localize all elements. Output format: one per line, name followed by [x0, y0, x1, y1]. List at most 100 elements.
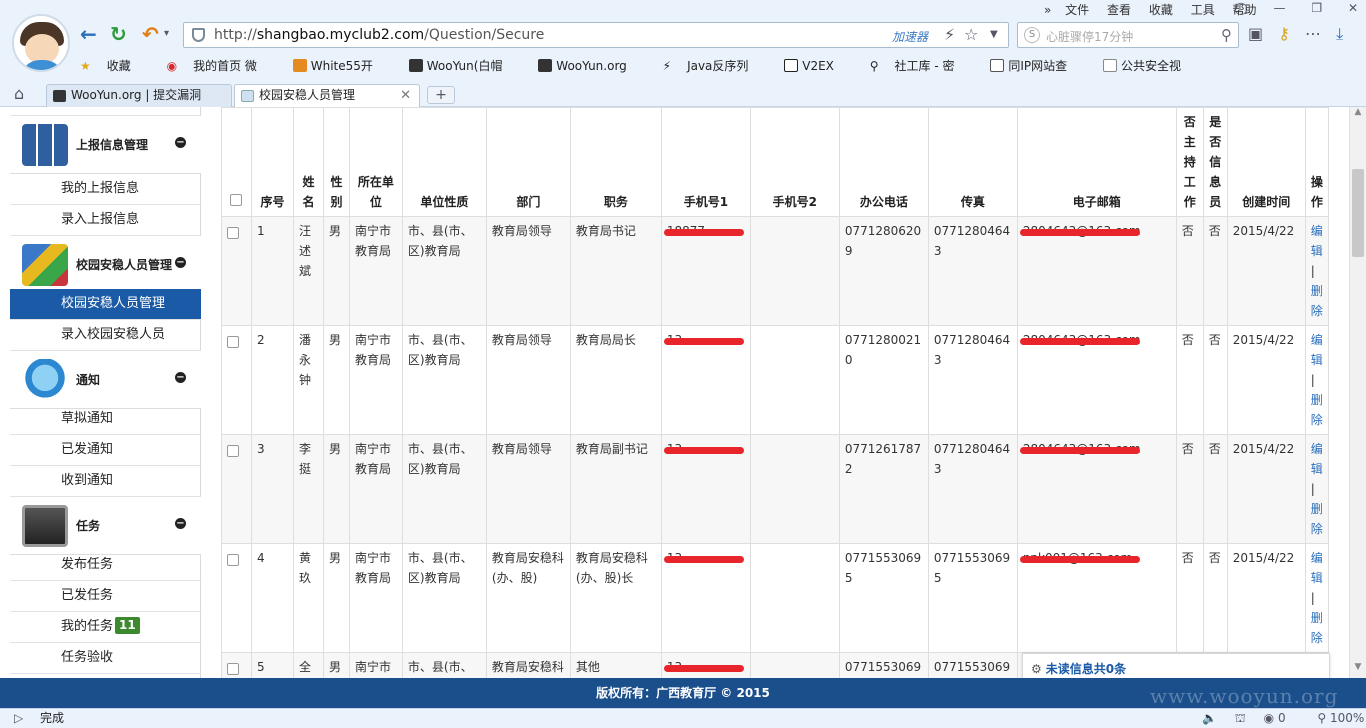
collapse-icon[interactable]: −	[175, 372, 186, 383]
tab-label: 校园安稳人员管理	[259, 88, 356, 102]
unread-notification[interactable]: ⚙ 未读信息共0条	[1022, 653, 1330, 678]
reader-icon[interactable]: ▣	[1248, 24, 1263, 43]
download-icon[interactable]: ⤓	[1336, 24, 1343, 43]
redaction-mark	[663, 447, 744, 454]
search-icon[interactable]: ⚲	[1221, 26, 1232, 44]
sidebar-group-task[interactable]: 任务 −	[10, 497, 201, 555]
collapse-icon[interactable]: −	[175, 137, 186, 148]
col-header: 部门	[485, 107, 571, 217]
bookmark-weibo[interactable]: ◉ 我的首页 微	[167, 59, 273, 73]
search-box[interactable]: S 心脏骤停17分钟 ⚲	[1017, 22, 1239, 48]
sidebar-group-notice[interactable]: 通知 −	[10, 351, 201, 409]
close-tab-icon[interactable]: ✕	[400, 85, 411, 106]
sidebar-item-sent-task[interactable]: 已发任务	[10, 581, 201, 612]
lightning-icon[interactable]: ⚡	[944, 25, 955, 44]
sidebar-item-publish-task[interactable]: 发布任务	[10, 550, 201, 581]
bookmark-white55[interactable]: White55开	[292, 59, 389, 73]
sidebar-item-prev[interactable]	[10, 107, 201, 116]
bookmark-sameip[interactable]: 同IP网站查	[990, 59, 1083, 73]
delete-link[interactable]: 删除	[1311, 611, 1323, 645]
sidebar-item-enter-campus-staff[interactable]: 录入校园安稳人员	[10, 320, 201, 351]
delete-link[interactable]: 删除	[1311, 502, 1323, 536]
sidebar-item-draft-notice[interactable]: 草拟通知	[10, 404, 201, 435]
cell-host: 否	[1175, 325, 1204, 435]
bookmark-wooyun-org[interactable]: WooYun.org	[538, 59, 643, 73]
bookmark-java[interactable]: ⚡ Java反序列	[663, 59, 765, 73]
edit-link[interactable]: 编辑	[1311, 442, 1323, 476]
undo-dropdown-icon[interactable]: ▾	[164, 22, 169, 46]
bookmark-v2ex[interactable]: V2EX	[784, 59, 850, 73]
cell-office: 07712800210	[838, 325, 929, 435]
sidebar-item-sent-notice[interactable]: 已发通知	[10, 435, 201, 466]
cell-unit: 南宁市教育局	[348, 652, 403, 678]
shirt-icon[interactable]: ◯	[1234, 1, 1247, 15]
sidebar-item-task-acceptance[interactable]: 任务验收	[10, 643, 201, 674]
search-input[interactable]: 心脏骤停17分钟	[1046, 28, 1133, 45]
edit-link[interactable]: 编辑	[1311, 224, 1323, 258]
cell-nature: 市、县(市、区)教育局	[401, 216, 487, 326]
maximize-icon[interactable]: ❐	[1311, 1, 1322, 15]
user-avatar[interactable]	[12, 14, 70, 72]
collapse-icon[interactable]: −	[175, 518, 186, 529]
menu-favorites[interactable]: 收藏	[1149, 3, 1173, 17]
key-icon[interactable]: ⚷	[1278, 24, 1290, 43]
row-checkbox[interactable]	[227, 336, 239, 348]
zoom-level[interactable]: ⚲ 100%	[1317, 711, 1366, 725]
address-bar[interactable]: http://shangbao.myclub2.com/Question/Sec…	[183, 22, 1009, 48]
cell-email: 2804643@163.com	[1016, 216, 1177, 326]
more-options-icon[interactable]: ⋯	[1305, 24, 1321, 43]
sidebar-group-report[interactable]: 上报信息管理 −	[10, 116, 201, 174]
row-checkbox[interactable]	[227, 663, 239, 675]
tab-wooyun-submit[interactable]: WooYun.org | 提交漏洞	[46, 84, 232, 107]
refresh-icon[interactable]: ↻	[110, 22, 127, 46]
sidebar-item-campus-staff-manage[interactable]: 校园安稳人员管理	[10, 289, 201, 320]
home-icon[interactable]: ⌂	[14, 84, 24, 103]
menu-tools[interactable]: 工具	[1191, 3, 1215, 17]
sidebar-item-my-task[interactable]: 我的任务 11	[10, 612, 201, 643]
bookmark-favorites[interactable]: ★ 收藏	[80, 59, 147, 73]
sidebar-item-enter-report[interactable]: 录入上报信息	[10, 205, 201, 236]
sidebar-item-my-reports[interactable]: 我的上报信息	[10, 174, 201, 205]
volume-icon[interactable]: 🔈	[1202, 711, 1217, 725]
star-icon[interactable]: ☆	[964, 25, 978, 44]
search-engine-icon[interactable]: S	[1024, 27, 1040, 43]
more-chevron-icon[interactable]: »	[1044, 3, 1051, 17]
bookmark-wooyun-white[interactable]: WooYun(白帽	[408, 59, 519, 73]
close-window-icon[interactable]: ✕	[1348, 1, 1358, 15]
accelerator-label[interactable]: 加速器	[892, 28, 928, 45]
delete-link[interactable]: 删除	[1311, 393, 1323, 427]
undo-icon[interactable]: ↶	[142, 22, 159, 46]
bookmark-public-security[interactable]: 公共安全视	[1102, 59, 1197, 73]
scroll-up-icon[interactable]: ▲	[1350, 107, 1366, 123]
select-all-checkbox[interactable]	[230, 194, 243, 206]
scroll-thumb[interactable]	[1352, 169, 1364, 257]
address-url[interactable]: http://shangbao.myclub2.com/Question/Sec…	[214, 27, 544, 43]
edit-link[interactable]: 编辑	[1311, 551, 1323, 585]
cell-fax: 07715530695	[927, 543, 1018, 653]
tab-campus-staff[interactable]: 校园安稳人员管理 ✕	[234, 84, 420, 108]
edit-link[interactable]: 编辑	[1311, 333, 1323, 367]
sidebar-group-campus-staff[interactable]: 校园安稳人员管理 −	[10, 236, 201, 294]
row-checkbox[interactable]	[227, 227, 239, 239]
browser-chrome: ← ↻ ↶ ▾ http://shangbao.myclub2.com/Ques…	[0, 0, 1366, 108]
status-panel-icon[interactable]: ▷	[14, 709, 23, 728]
shield-icon[interactable]: ⛫	[1235, 711, 1246, 725]
table-header-row: 序号 姓名 性别 所在单位 单位性质 部门 职务 手机号1 手机号2 办公电话 …	[221, 107, 1329, 217]
new-tab-button[interactable]: +	[427, 86, 455, 104]
bookmark-sgk[interactable]: ⚲ 社工库 - 密	[870, 59, 971, 73]
cell-sex: 男	[322, 325, 350, 435]
collapse-icon[interactable]: −	[175, 257, 186, 268]
row-checkbox[interactable]	[227, 554, 239, 566]
cell-actions: 编辑 | 删除	[1304, 216, 1329, 326]
row-checkbox[interactable]	[227, 445, 239, 457]
menu-view[interactable]: 查看	[1107, 3, 1131, 17]
sidebar-item-received-notice[interactable]: 收到通知	[10, 466, 201, 497]
menu-file[interactable]: 文件	[1065, 3, 1089, 17]
address-dropdown-icon[interactable]: ▼	[990, 29, 998, 40]
vertical-scrollbar[interactable]: ▲ ▼	[1349, 107, 1366, 678]
delete-link[interactable]: 删除	[1311, 284, 1323, 318]
minimize-icon[interactable]: —	[1274, 1, 1286, 15]
window-controls: ◯ — ❐ ✕	[1212, 1, 1358, 15]
scroll-down-icon[interactable]: ▼	[1350, 662, 1366, 678]
back-arrow-icon[interactable]: ←	[80, 22, 97, 46]
